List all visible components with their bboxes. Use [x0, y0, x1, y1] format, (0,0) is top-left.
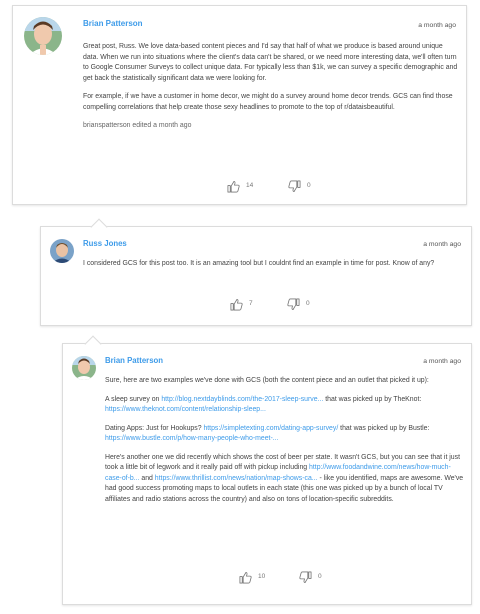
avatar[interactable]: [50, 239, 74, 263]
downvote-button[interactable]: 0: [288, 180, 311, 193]
comment-body: I considered GCS for this post too. It i…: [83, 259, 458, 270]
comment-paragraph: I considered GCS for this post too. It i…: [83, 260, 435, 267]
downvote-count: 0: [318, 573, 322, 581]
reply-pointer: [90, 218, 108, 236]
text-run: A sleep survey on: [105, 395, 162, 403]
text-run: Dating Apps: Just for Hookups?: [105, 424, 204, 432]
text-run: that was picked up by TheKnot:: [323, 395, 422, 403]
comment-paragraph: For example, if we have a customer in ho…: [83, 93, 453, 111]
author-name[interactable]: Russ Jones: [83, 239, 127, 250]
thrillist-link[interactable]: https://www.thrillist.com/news/nation/ma…: [155, 475, 318, 482]
reply-card: Russ Jones a month ago I considered GCS …: [40, 218, 472, 326]
avatar[interactable]: [72, 356, 96, 380]
comment-card: Brian Patterson a month ago Great post, …: [12, 5, 467, 205]
comment-timestamp[interactable]: a month ago: [423, 240, 461, 251]
bustle-link[interactable]: https://www.bustle.com/p/how-many-people…: [105, 435, 278, 442]
comment-paragraph: Great post, Russ. We love data-based con…: [83, 43, 458, 82]
reply-pointer: [84, 335, 102, 353]
comment-timestamp[interactable]: a month ago: [418, 21, 456, 32]
author-name[interactable]: Brian Patterson: [105, 356, 163, 367]
upvote-count: 7: [249, 300, 253, 308]
upvote-button[interactable]: 7: [230, 298, 253, 311]
thumbs-down-icon: [299, 571, 312, 584]
downvote-button[interactable]: 0: [299, 571, 322, 584]
sleep-survey-link[interactable]: http://blog.nextdayblinds.com/the-2017-s…: [161, 396, 323, 403]
upvote-count: 10: [258, 573, 266, 581]
simpletexting-link[interactable]: https://simpletexting.com/dating-app-sur…: [203, 425, 338, 432]
comment-body: Great post, Russ. We love data-based con…: [83, 42, 459, 132]
comment-body: Sure, here are two examples we've done w…: [105, 376, 465, 505]
text-run: that was picked up by Bustle:: [338, 424, 430, 432]
author-name[interactable]: Brian Patterson: [83, 19, 143, 30]
upvote-button[interactable]: 14: [227, 180, 253, 193]
thumbs-down-icon: [287, 298, 300, 311]
thumbs-up-icon: [227, 180, 240, 193]
thumbs-up-icon: [239, 571, 252, 584]
avatar[interactable]: [24, 17, 62, 55]
downvote-button[interactable]: 0: [287, 298, 310, 311]
edited-note: brianspatterson edited a month ago: [83, 122, 192, 129]
theknot-link[interactable]: https://www.theknot.com/content/relation…: [105, 406, 266, 413]
upvote-count: 14: [246, 182, 254, 190]
thumbs-up-icon: [230, 298, 243, 311]
downvote-count: 0: [306, 300, 310, 308]
comment-paragraph: Here's another one we did recently which…: [105, 453, 465, 506]
comment-timestamp[interactable]: a month ago: [423, 357, 461, 368]
reply-card: Brian Patterson a month ago Sure, here a…: [62, 335, 472, 605]
text-run: and: [139, 474, 155, 482]
comment-paragraph: A sleep survey on http://blog.nextdaybli…: [105, 395, 465, 416]
upvote-button[interactable]: 10: [239, 571, 265, 584]
comment-paragraph: Dating Apps: Just for Hookups? https://s…: [105, 424, 465, 445]
downvote-count: 0: [307, 182, 311, 190]
comment-paragraph: Sure, here are two examples we've done w…: [105, 377, 429, 384]
thumbs-down-icon: [288, 180, 301, 193]
